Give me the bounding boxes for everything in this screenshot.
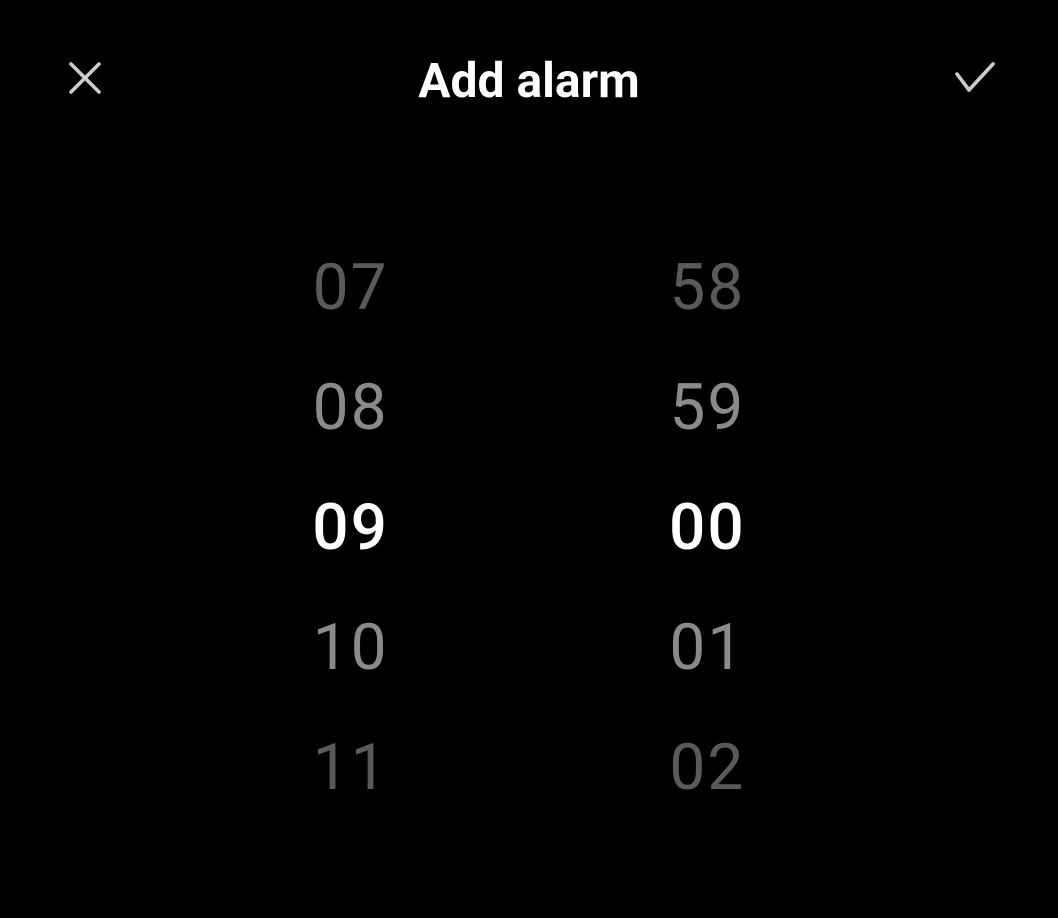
hour-option[interactable]: 08	[313, 370, 389, 445]
page-title: Add alarm	[418, 52, 639, 109]
check-icon	[949, 54, 997, 106]
minute-option[interactable]: 02	[669, 730, 745, 805]
close-icon	[61, 54, 109, 106]
header: Add alarm	[0, 0, 1058, 120]
minute-option[interactable]: 59	[669, 370, 745, 445]
hour-picker[interactable]: 07 08 09 10 11	[312, 250, 389, 805]
hour-option[interactable]: 11	[313, 730, 389, 805]
time-picker: 07 08 09 10 11 58 59 00 01 02	[0, 120, 1058, 805]
hour-option[interactable]: 07	[313, 250, 389, 325]
confirm-button[interactable]	[943, 50, 1003, 110]
hour-option[interactable]: 10	[313, 610, 389, 685]
hour-option-selected[interactable]: 09	[312, 490, 389, 565]
minute-option[interactable]: 01	[669, 610, 745, 685]
minute-option[interactable]: 58	[669, 250, 745, 325]
close-button[interactable]	[55, 50, 115, 110]
minute-picker[interactable]: 58 59 00 01 02	[669, 250, 746, 805]
minute-option-selected[interactable]: 00	[669, 490, 746, 565]
